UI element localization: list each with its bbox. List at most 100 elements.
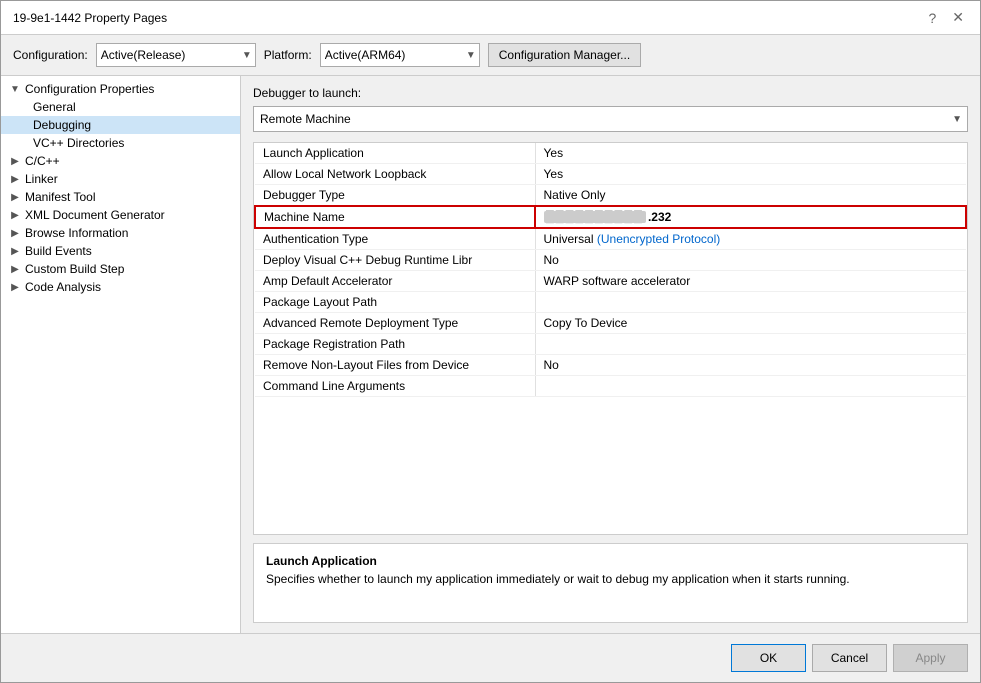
expander-icon: ▶ (9, 156, 21, 167)
expander-icon: ▶ (9, 264, 21, 275)
table-row-machine-name[interactable]: Machine Name ██████████.232 (255, 206, 966, 228)
sidebar-item-label: C/C++ (25, 154, 60, 168)
prop-value: Yes (535, 143, 966, 164)
sidebar-item-config-props[interactable]: ▼ Configuration Properties (1, 80, 240, 98)
platform-label: Platform: (264, 48, 312, 62)
prop-name: Command Line Arguments (255, 376, 535, 397)
properties-table: Launch Application Yes Allow Local Netwo… (254, 143, 967, 397)
prop-value: Universal (Unencrypted Protocol) (535, 228, 966, 250)
prop-name: Advanced Remote Deployment Type (255, 313, 535, 334)
prop-name: Machine Name (255, 206, 535, 228)
properties-table-container: Launch Application Yes Allow Local Netwo… (253, 142, 968, 535)
sidebar-item-linker[interactable]: ▶ Linker (1, 170, 240, 188)
expander-icon: ▶ (9, 174, 21, 185)
debugger-select[interactable]: Remote Machine Local Machine Simulator (253, 106, 968, 132)
main-content: ▼ Configuration Properties General Debug… (1, 76, 980, 633)
debugger-select-wrap: Remote Machine Local Machine Simulator ▼ (253, 106, 968, 132)
expander-icon: ▶ (9, 282, 21, 293)
expander-icon: ▶ (9, 192, 21, 203)
sidebar: ▼ Configuration Properties General Debug… (1, 76, 241, 633)
table-row[interactable]: Package Layout Path (255, 292, 966, 313)
prop-value: WARP software accelerator (535, 271, 966, 292)
config-select-wrap: Active(Release) Debug Release ▼ (96, 43, 256, 67)
prop-name: Allow Local Network Loopback (255, 164, 535, 185)
debugger-label: Debugger to launch: (253, 86, 968, 100)
expander-icon: ▼ (9, 84, 21, 95)
sidebar-item-label: Debugging (33, 118, 91, 132)
prop-value (535, 334, 966, 355)
sidebar-item-cpp[interactable]: ▶ C/C++ (1, 152, 240, 170)
button-bar: OK Cancel Apply (1, 633, 980, 682)
description-text: Specifies whether to launch my applicati… (266, 572, 955, 586)
config-bar: Configuration: Active(Release) Debug Rel… (1, 35, 980, 76)
prop-value: Yes (535, 164, 966, 185)
sidebar-item-label: Manifest Tool (25, 190, 95, 204)
prop-name: Launch Application (255, 143, 535, 164)
cancel-button[interactable]: Cancel (812, 644, 887, 672)
table-row[interactable]: Deploy Visual C++ Debug Runtime Libr No (255, 250, 966, 271)
table-row[interactable]: Package Registration Path (255, 334, 966, 355)
table-row[interactable]: Authentication Type Universal (Unencrypt… (255, 228, 966, 250)
prop-value (535, 376, 966, 397)
config-manager-button[interactable]: Configuration Manager... (488, 43, 641, 67)
sidebar-item-label: Browse Information (25, 226, 128, 240)
table-row[interactable]: Advanced Remote Deployment Type Copy To … (255, 313, 966, 334)
sidebar-item-custom-build[interactable]: ▶ Custom Build Step (1, 260, 240, 278)
sidebar-item-label: Build Events (25, 244, 92, 258)
prop-name: Remove Non-Layout Files from Device (255, 355, 535, 376)
sidebar-item-code-analysis[interactable]: ▶ Code Analysis (1, 278, 240, 296)
expander-icon: ▶ (9, 246, 21, 257)
title-bar-buttons: ? ✕ (924, 9, 968, 26)
prop-name: Authentication Type (255, 228, 535, 250)
ip-blurred: ██████████ (544, 211, 646, 223)
prop-value: No (535, 355, 966, 376)
sidebar-item-label: Linker (25, 172, 58, 186)
sidebar-item-label: Custom Build Step (25, 262, 124, 276)
sidebar-item-debugging[interactable]: Debugging (1, 116, 240, 134)
close-button[interactable]: ✕ (948, 9, 968, 26)
sidebar-item-general[interactable]: General (1, 98, 240, 116)
prop-name: Debugger Type (255, 185, 535, 207)
prop-name: Package Layout Path (255, 292, 535, 313)
sidebar-item-manifest-tool[interactable]: ▶ Manifest Tool (1, 188, 240, 206)
platform-select-wrap: Active(ARM64) x64 x86 ▼ (320, 43, 480, 67)
prop-name: Deploy Visual C++ Debug Runtime Libr (255, 250, 535, 271)
expander-icon: ▶ (9, 210, 21, 221)
table-row[interactable]: Allow Local Network Loopback Yes (255, 164, 966, 185)
prop-value-machine-name: ██████████.232 (535, 206, 966, 228)
prop-value: Copy To Device (535, 313, 966, 334)
table-row[interactable]: Command Line Arguments (255, 376, 966, 397)
sidebar-item-label: XML Document Generator (25, 208, 165, 222)
config-label: Configuration: (13, 48, 88, 62)
prop-name: Amp Default Accelerator (255, 271, 535, 292)
sidebar-item-xml-doc[interactable]: ▶ XML Document Generator (1, 206, 240, 224)
apply-button[interactable]: Apply (893, 644, 968, 672)
unencrypted-link[interactable]: (Unencrypted Protocol) (597, 232, 720, 246)
title-bar: 19-9e1-1442 Property Pages ? ✕ (1, 1, 980, 35)
right-panel: Debugger to launch: Remote Machine Local… (241, 76, 980, 633)
sidebar-item-label: Configuration Properties (25, 82, 154, 96)
dialog-title: 19-9e1-1442 Property Pages (13, 11, 167, 25)
sidebar-item-browse-info[interactable]: ▶ Browse Information (1, 224, 240, 242)
platform-select[interactable]: Active(ARM64) x64 x86 (320, 43, 480, 67)
sidebar-item-label: Code Analysis (25, 280, 101, 294)
table-row[interactable]: Debugger Type Native Only (255, 185, 966, 207)
sidebar-item-label: General (33, 100, 76, 114)
table-row[interactable]: Amp Default Accelerator WARP software ac… (255, 271, 966, 292)
ip-suffix: .232 (648, 210, 671, 224)
sidebar-item-label: VC++ Directories (33, 136, 124, 150)
sidebar-item-vc-dirs[interactable]: VC++ Directories (1, 134, 240, 152)
prop-value (535, 292, 966, 313)
table-row[interactable]: Launch Application Yes (255, 143, 966, 164)
prop-value: No (535, 250, 966, 271)
prop-value: Native Only (535, 185, 966, 207)
ok-button[interactable]: OK (731, 644, 806, 672)
config-select[interactable]: Active(Release) Debug Release (96, 43, 256, 67)
description-box: Launch Application Specifies whether to … (253, 543, 968, 623)
expander-icon: ▶ (9, 228, 21, 239)
prop-name: Package Registration Path (255, 334, 535, 355)
help-button[interactable]: ? (924, 10, 940, 26)
property-pages-dialog: 19-9e1-1442 Property Pages ? ✕ Configura… (0, 0, 981, 683)
sidebar-item-build-events[interactable]: ▶ Build Events (1, 242, 240, 260)
table-row[interactable]: Remove Non-Layout Files from Device No (255, 355, 966, 376)
